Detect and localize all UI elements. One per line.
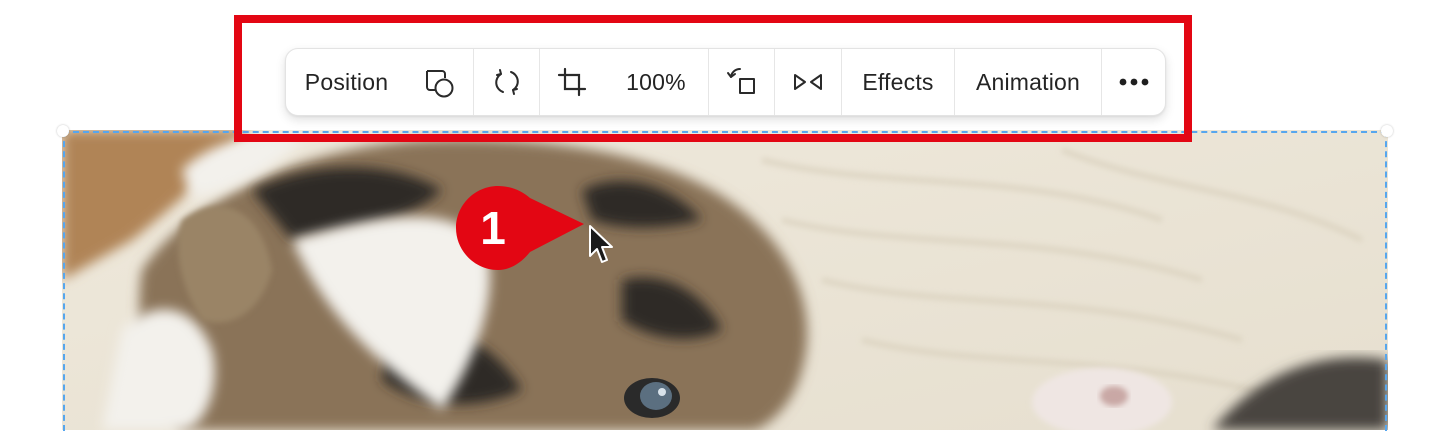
step-marker: 1 <box>456 186 586 275</box>
step-number: 1 <box>480 202 506 254</box>
kitten-photo <box>62 130 1388 430</box>
highlight-frame <box>234 15 1192 142</box>
resize-handle-top-right[interactable] <box>1381 125 1393 137</box>
resize-handle-top-left[interactable] <box>57 125 69 137</box>
cursor-icon <box>588 224 616 271</box>
selected-image[interactable] <box>62 130 1388 430</box>
